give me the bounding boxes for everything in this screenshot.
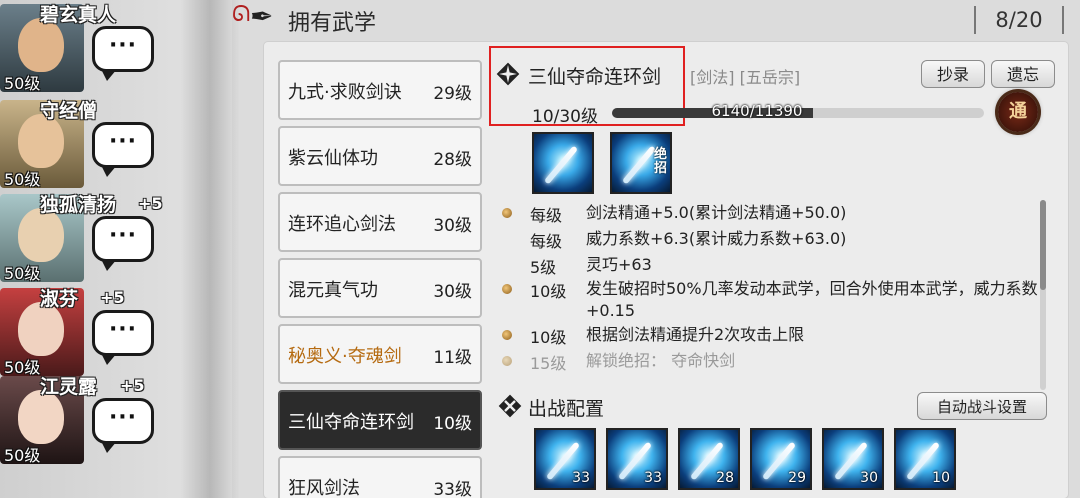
skill-name: 紫云仙体功 (288, 148, 378, 169)
skill-list-item[interactable]: 秘奥义·夺魂剑 11级 (278, 324, 482, 384)
skill-list[interactable]: 九式·求败剑诀 29级 紫云仙体功 28级 连环追心剑法 30级 混元真气功 3… (278, 54, 482, 498)
crossed-swords-icon (498, 394, 522, 418)
effects-scrollbar[interactable] (1040, 200, 1046, 390)
effect-level: 每级 (530, 206, 563, 225)
chat-bubble-icon[interactable]: ··· (92, 310, 154, 365)
member-name: 江灵露 (40, 376, 98, 398)
effect-text: 威力系数+6.3(累计威力系数+63.0) (586, 229, 847, 248)
effect-text: 根据剑法精通提升2次攻击上限 (586, 325, 805, 344)
auto-battle-settings-button[interactable]: 自动战斗设置 (917, 392, 1047, 420)
party-member[interactable]: 江灵露 +5 50级 ··· (0, 372, 232, 465)
skill-list-item[interactable]: 九式·求败剑诀 29级 (278, 60, 482, 120)
slot-level: 28 (716, 470, 734, 486)
skill-name: 混元真气功 (288, 280, 378, 301)
skill-name: 狂风剑法 (288, 478, 360, 498)
skill-count: 8/20 (974, 6, 1064, 34)
battle-config-title: 出战配置 (528, 398, 605, 420)
page-title: 拥有武学 (288, 11, 377, 36)
skill-list-item[interactable]: 狂风剑法 33级 (278, 456, 482, 498)
chat-bubble-icon[interactable]: ··· (92, 26, 154, 81)
skill-tags: [剑法] [五岳宗] (690, 68, 801, 87)
exp-text: 6140/11390 (711, 102, 803, 120)
ultimate-move-icon[interactable]: 绝招 (610, 132, 672, 194)
member-level: 50级 (4, 264, 41, 283)
skill-level: 30级 (433, 216, 472, 236)
scroll-thumb[interactable] (1040, 200, 1046, 290)
chat-bubble-icon[interactable]: ··· (92, 122, 154, 177)
member-name: 碧玄真人 (40, 4, 117, 26)
slot-level: 30 (860, 470, 878, 486)
skill-level: 10级 (433, 414, 472, 434)
slot-level: 33 (644, 470, 662, 486)
flourish-icon: ᘏ (232, 2, 251, 27)
skill-list-item-selected[interactable]: 三仙夺命连环剑 10级 (278, 390, 482, 450)
effect-level: 10级 (530, 328, 567, 347)
party-member[interactable]: 淑芬 +5 50级 ··· (0, 284, 232, 377)
brush-icon: ✒ (250, 0, 274, 33)
party-column: 碧玄真人 50级 ··· 守经僧 50级 ··· 独孤清扬 +5 50级 ···… (0, 0, 240, 498)
skill-list-item[interactable]: 紫云仙体功 28级 (278, 126, 482, 186)
effect-text: 剑法精通+5.0(累计剑法精通+50.0) (586, 203, 847, 222)
party-member[interactable]: 独孤清扬 +5 50级 ··· (0, 190, 232, 283)
skill-level: 30级 (433, 282, 472, 302)
member-bonus: +5 (138, 194, 163, 213)
ultimate-label: 绝招 (654, 147, 668, 176)
effect-level: 每级 (530, 232, 563, 251)
skill-level: 33级 (433, 480, 472, 498)
skill-level: 28级 (433, 150, 472, 170)
slot-level: 10 (932, 470, 950, 486)
member-bonus: +5 (100, 288, 125, 307)
battle-slot[interactable]: 30 (822, 428, 884, 490)
slot-level: 29 (788, 470, 806, 486)
forget-button[interactable]: 遗忘 (991, 60, 1055, 88)
bullet-icon (502, 356, 512, 366)
member-name: 独孤清扬 (40, 194, 117, 216)
skill-name: 秘奥义·夺魂剑 (288, 346, 402, 367)
skill-level: 11级 (433, 348, 472, 368)
skill-name: 连环追心剑法 (288, 214, 396, 235)
bullet-icon (502, 208, 512, 218)
member-level: 50级 (4, 446, 41, 465)
skill-list-item[interactable]: 混元真气功 30级 (278, 258, 482, 318)
battle-slot[interactable]: 29 (750, 428, 812, 490)
party-member[interactable]: 碧玄真人 50级 ··· (0, 0, 232, 93)
effect-level: 5级 (530, 258, 557, 277)
battle-slot[interactable]: 10 (894, 428, 956, 490)
bullet-icon (502, 330, 512, 340)
chat-bubble-icon[interactable]: ··· (92, 398, 154, 453)
battle-slot[interactable]: 33 (606, 428, 668, 490)
skill-level: 29级 (433, 84, 472, 104)
page-header: ᘏ ✒ 拥有武学 8/20 (232, 0, 1080, 40)
skill-list-item[interactable]: 连环追心剑法 30级 (278, 192, 482, 252)
member-level: 50级 (4, 170, 41, 189)
bullet-icon (502, 284, 512, 294)
battle-slot[interactable]: 28 (678, 428, 740, 490)
effect-text: 发生破招时50%几率发动本武学，回合外使用本武学，威力系数+0.15 (586, 279, 1038, 320)
slot-level: 33 (572, 470, 590, 486)
member-bonus: +5 (120, 376, 145, 395)
skill-name: 三仙夺命连环剑 (288, 412, 414, 433)
battle-slot[interactable]: 33 (534, 428, 596, 490)
mastery-badge-icon[interactable]: 通 (998, 92, 1038, 132)
member-name: 淑芬 (40, 288, 79, 310)
effect-level: 15级 (530, 354, 567, 373)
member-name: 守经僧 (40, 100, 98, 122)
party-member[interactable]: 守经僧 50级 ··· (0, 96, 232, 189)
effect-text: 灵巧+63 (586, 255, 652, 274)
skill-level-progress: 10/30级 (532, 107, 598, 127)
copy-button[interactable]: 抄录 (921, 60, 985, 88)
skill-name: 九式·求败剑诀 (288, 82, 402, 103)
member-level: 50级 (4, 74, 41, 93)
effect-level: 10级 (530, 282, 567, 301)
chat-bubble-icon[interactable]: ··· (92, 216, 154, 271)
effect-text: 解锁绝招： 夺命快剑 (586, 351, 736, 370)
move-icon[interactable] (532, 132, 594, 194)
